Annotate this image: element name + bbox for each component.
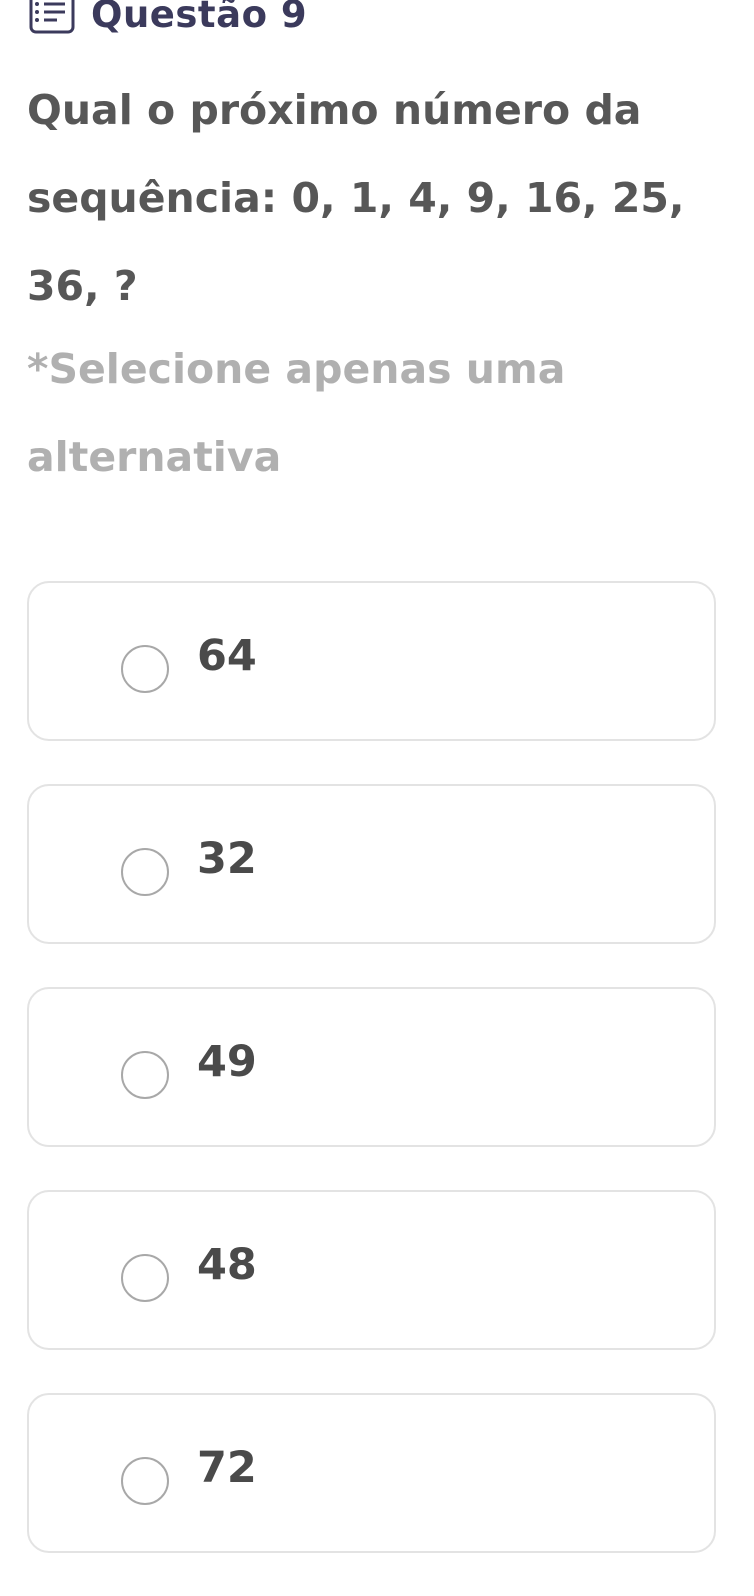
selection-hint: *Selecione apenas uma alternativa [27, 345, 566, 481]
answer-option[interactable]: 64 [27, 581, 716, 741]
checklist-icon [27, 0, 75, 36]
answer-option-label: 64 [197, 631, 257, 681]
answer-option[interactable]: 48 [27, 1190, 716, 1350]
radio-button[interactable] [121, 1254, 169, 1302]
radio-button[interactable] [121, 645, 169, 693]
answer-options: 64 32 49 48 72 [27, 581, 716, 1596]
answer-option-label: 72 [197, 1443, 257, 1493]
radio-button[interactable] [121, 848, 169, 896]
answer-option[interactable]: 72 [27, 1393, 716, 1553]
answer-option-label: 48 [197, 1240, 257, 1290]
question-text: Qual o próximo número da sequência: 0, 1… [27, 86, 685, 310]
answer-option-label: 49 [197, 1037, 257, 1087]
question-header: Questão 9 [27, 0, 307, 44]
answer-option[interactable]: 49 [27, 987, 716, 1147]
radio-button[interactable] [121, 1051, 169, 1099]
answer-option[interactable]: 32 [27, 784, 716, 944]
radio-button[interactable] [121, 1457, 169, 1505]
answer-option-label: 32 [197, 834, 257, 884]
question-title: Questão 9 [91, 0, 308, 36]
